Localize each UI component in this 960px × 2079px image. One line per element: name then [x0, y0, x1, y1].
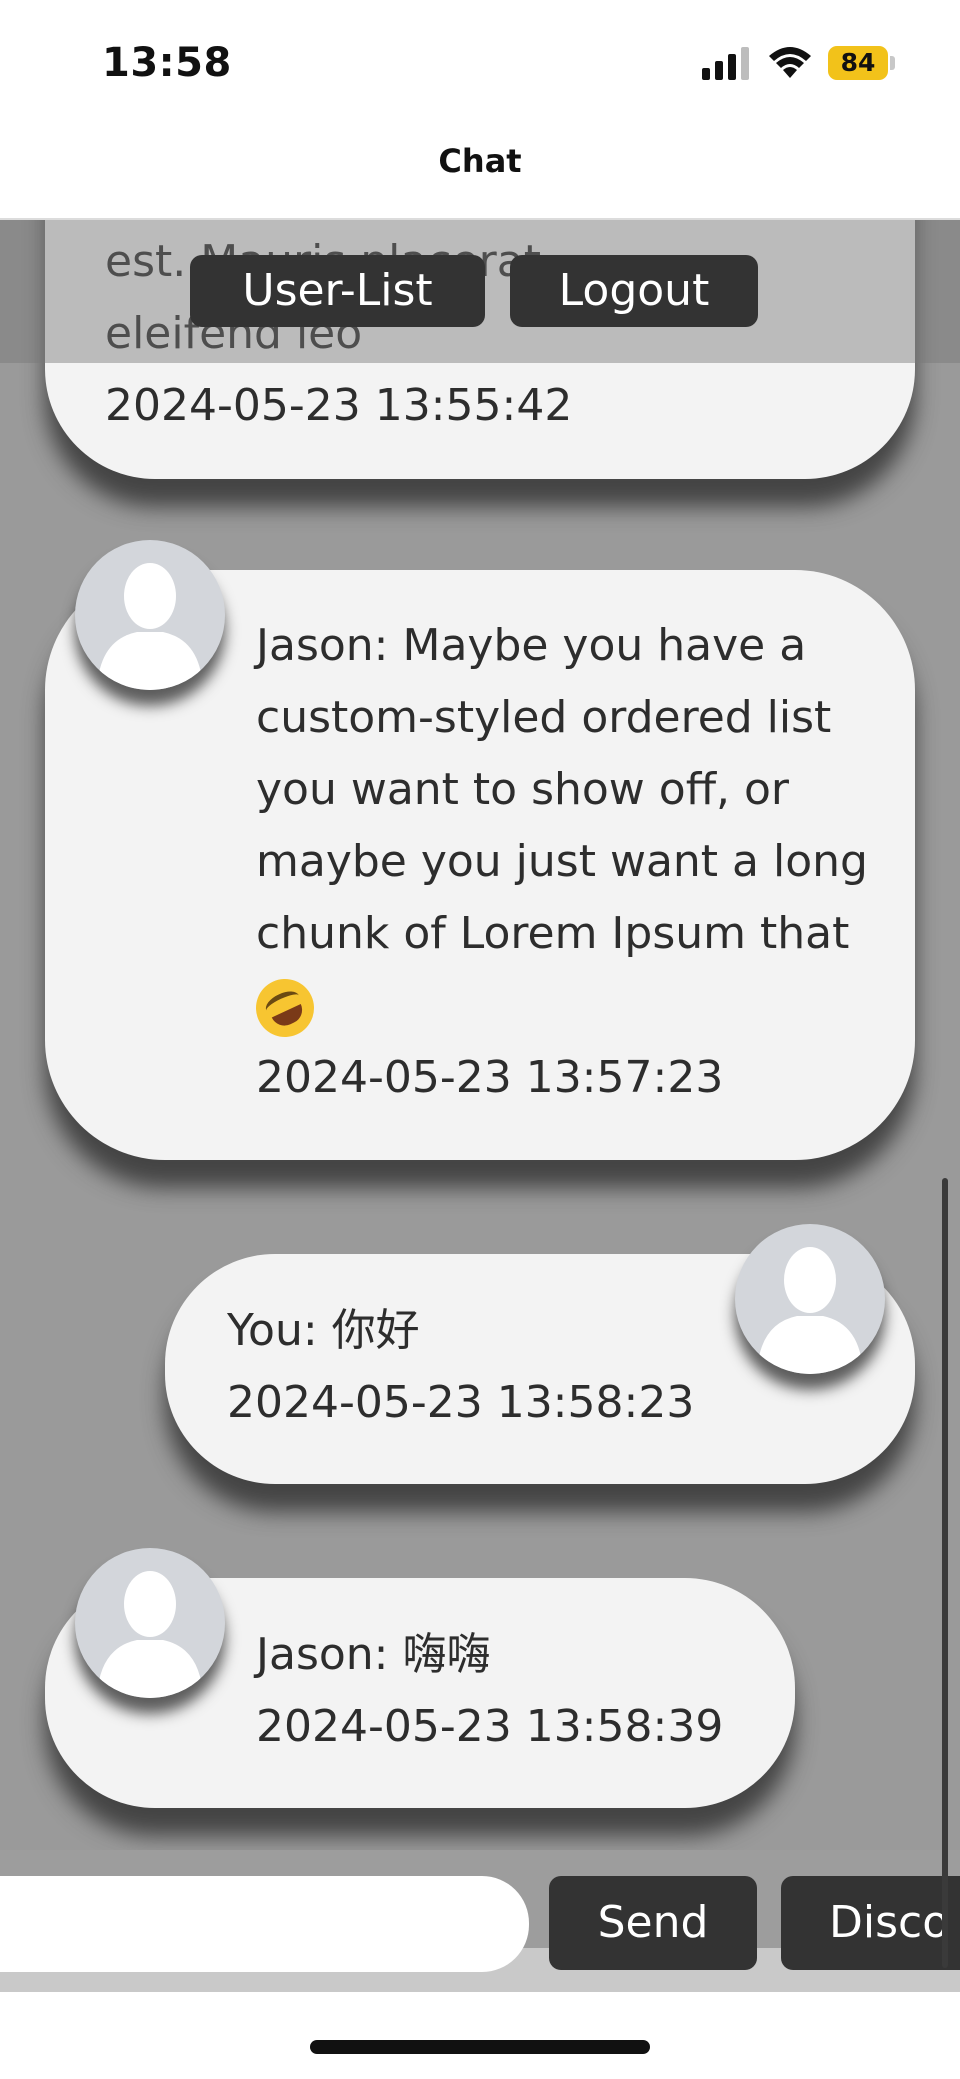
user-list-button[interactable]: User-List	[190, 255, 485, 327]
user-silhouette-icon	[97, 1571, 203, 1698]
page-title: Chat	[438, 142, 522, 180]
message-timestamp: 2024-05-23 13:55:42	[105, 380, 573, 431]
message-timestamp: 2024-05-23 13:57:23	[256, 1052, 724, 1103]
avatar	[75, 540, 225, 690]
clock: 13:58	[102, 40, 232, 86]
battery-tip	[890, 56, 895, 70]
send-button[interactable]: Send	[549, 1876, 757, 1970]
avatar	[735, 1224, 885, 1374]
user-silhouette-icon	[757, 1247, 863, 1374]
user-silhouette-icon	[97, 563, 203, 690]
message-timestamp: 2024-05-23 13:58:39	[256, 1701, 724, 1752]
logout-button[interactable]: Logout	[510, 255, 758, 327]
rolling-laughing-emoji-icon	[246, 969, 324, 1047]
status-bar: 13:58 84	[0, 0, 960, 110]
chat-message-list[interactable]: est. Mauris placerat eleifend leo 2024-0…	[0, 218, 960, 1850]
message-input[interactable]	[0, 1876, 529, 1972]
home-indicator[interactable]	[310, 2040, 650, 2054]
message-text-line: custom-styled ordered list	[256, 692, 832, 743]
disconnect-button[interactable]: Disco	[781, 1876, 960, 1970]
message-text-line: you want to show off, or	[256, 764, 789, 815]
message-timestamp: 2024-05-23 13:58:23	[227, 1377, 695, 1428]
cellular-signal-icon	[702, 47, 749, 80]
wifi-icon	[769, 47, 811, 78]
battery-indicator: 84	[828, 46, 888, 80]
message-text-line: You: 你好	[227, 1305, 420, 1356]
avatar	[75, 1548, 225, 1698]
home-area	[0, 1992, 960, 2079]
nav-bar: Chat	[0, 110, 960, 220]
message-text-line: chunk of Lorem Ipsum that	[256, 908, 850, 959]
scrollbar[interactable]	[942, 1178, 948, 1968]
message-text-line: maybe you just want a long	[256, 836, 868, 887]
message-text-line: Jason: Maybe you have a	[256, 620, 807, 671]
message-text-line: Jason: 嗨嗨	[256, 1629, 491, 1680]
